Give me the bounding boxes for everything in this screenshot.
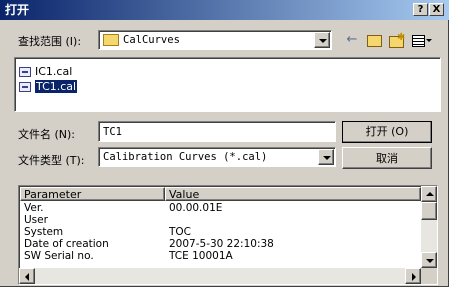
- scroll-right-button[interactable]: [405, 268, 421, 284]
- lookin-dropdown-arrow[interactable]: [314, 32, 330, 48]
- table-row[interactable]: Ver. 00.00.01E: [24, 202, 420, 214]
- table-row[interactable]: User: [24, 214, 420, 226]
- vertical-scrollbar[interactable]: [421, 186, 437, 268]
- open-dialog: 打开 ? X 查找范围 (I): CalCurves ← ✱ IC1.cal T…: [0, 0, 449, 287]
- folder-icon: [103, 34, 119, 46]
- table-row[interactable]: System TOC: [24, 226, 420, 238]
- file-list[interactable]: IC1.cal TC1.cal: [14, 57, 441, 112]
- filetype-combobox[interactable]: Calibration Curves (*.cal): [98, 147, 336, 167]
- lookin-value: CalCurves: [123, 34, 180, 46]
- dialog-title: 打开: [5, 3, 30, 17]
- filetype-label: 文件类型 (T):: [18, 154, 85, 167]
- filename-input[interactable]: TC1: [98, 121, 336, 142]
- new-folder-icon[interactable]: ✱: [386, 31, 406, 49]
- back-icon[interactable]: ←: [342, 31, 362, 49]
- scroll-thumb[interactable]: [421, 202, 437, 220]
- scroll-down-button[interactable]: [421, 252, 437, 268]
- size-grip[interactable]: [421, 268, 437, 284]
- table-row[interactable]: SW Serial no. TCE 10001A: [24, 250, 420, 262]
- help-button[interactable]: ?: [413, 3, 428, 16]
- filetype-value: Calibration Curves (*.cal): [103, 151, 268, 163]
- details-rows: Ver. 00.00.01E User System TOC Date of c…: [24, 202, 420, 268]
- details-header: Parameter Value: [20, 187, 421, 201]
- open-button[interactable]: 打开 (O): [342, 121, 432, 143]
- cancel-button[interactable]: 取消: [342, 147, 432, 169]
- file-icon: [19, 82, 31, 92]
- view-menu-icon[interactable]: [410, 31, 436, 49]
- table-row[interactable]: Date of creation 2007-5-30 22:10:38: [24, 238, 420, 250]
- scroll-up-button[interactable]: [421, 186, 437, 202]
- horizontal-scrollbar[interactable]: [19, 268, 421, 284]
- lookin-label: 查找范围 (I):: [18, 35, 82, 48]
- up-folder-icon[interactable]: [364, 31, 384, 49]
- filename-value: TC1: [103, 126, 122, 138]
- file-icon: [19, 67, 31, 77]
- scroll-left-button[interactable]: [19, 268, 35, 284]
- column-header-value[interactable]: Value: [165, 187, 421, 201]
- close-button[interactable]: X: [429, 3, 444, 16]
- list-item[interactable]: IC1.cal: [19, 65, 72, 79]
- filename-label: 文件名 (N):: [18, 128, 76, 141]
- list-item[interactable]: TC1.cal: [19, 80, 78, 94]
- filetype-dropdown-arrow[interactable]: [318, 149, 334, 165]
- title-bar: 打开 ? X: [0, 0, 449, 20]
- lookin-combobox[interactable]: CalCurves: [98, 30, 332, 50]
- column-header-parameter[interactable]: Parameter: [20, 187, 165, 201]
- details-listview[interactable]: Parameter Value Ver. 00.00.01E User Syst…: [18, 185, 438, 285]
